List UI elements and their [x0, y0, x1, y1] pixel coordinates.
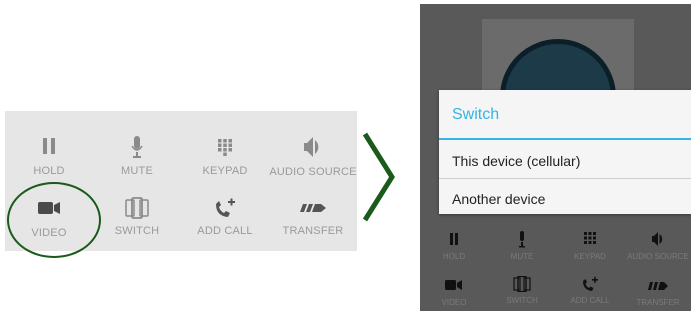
keypad-button-dim: KEYPAD [556, 232, 624, 261]
mute-button-dim: MUTE [488, 230, 556, 261]
transfer-button-dim: TRANSFER [624, 282, 691, 307]
mute-label: MUTE [121, 165, 153, 177]
dialpad-icon [584, 232, 596, 244]
switch-devices-icon [513, 276, 531, 292]
add-call-icon [216, 198, 235, 217]
phone-screen: HOLD MUTE KEYPAD AUDIO SOURCE VIDEO SWIT… [420, 4, 691, 311]
dialpad-icon [218, 139, 232, 156]
transfer-button[interactable]: TRANSFER [269, 203, 357, 237]
switch-label: SWITCH [114, 225, 160, 237]
add-call-icon [583, 276, 598, 291]
switch-label: SWITCH [506, 296, 538, 305]
switch-dialog: Switch This device (cellular) Another de… [439, 90, 691, 214]
keypad-label: KEYPAD [574, 252, 606, 261]
hold-label: HOLD [442, 252, 466, 261]
video-highlight-circle [7, 182, 101, 258]
option-divider [439, 178, 691, 179]
audio-source-button[interactable]: AUDIO SOURCE [269, 136, 357, 178]
speaker-icon [652, 232, 663, 246]
add-call-button-dim: ADD CALL [556, 276, 624, 305]
transfer-icon [300, 204, 326, 212]
hold-label: HOLD [33, 165, 65, 177]
video-label: VIDEO [441, 298, 467, 307]
dialog-title: Switch [452, 106, 500, 123]
option-another-device[interactable]: Another device [452, 191, 545, 207]
audio-source-label: AUDIO SOURCE [627, 252, 689, 261]
transfer-icon [648, 282, 668, 290]
transfer-label: TRANSFER [282, 225, 344, 237]
audio-source-button-dim: AUDIO SOURCE [624, 231, 691, 261]
add-call-label: ADD CALL [197, 225, 253, 237]
video-camera-icon [445, 280, 462, 290]
speaker-icon [304, 137, 319, 157]
transfer-label: TRANSFER [636, 298, 680, 307]
mute-label: MUTE [510, 252, 534, 261]
hold-button[interactable]: HOLD [5, 137, 93, 177]
keypad-label: KEYPAD [202, 165, 248, 177]
switch-devices-icon [125, 197, 149, 219]
chevron-right-icon [362, 132, 395, 222]
switch-button[interactable]: SWITCH [93, 197, 181, 237]
microphone-icon [131, 136, 143, 158]
audio-source-label: AUDIO SOURCE [269, 166, 357, 178]
option-this-device[interactable]: This device (cellular) [452, 153, 580, 169]
mute-button[interactable]: MUTE [93, 135, 181, 177]
switch-button-dim: SWITCH [488, 276, 556, 305]
hold-button-dim: HOLD [420, 232, 488, 261]
pause-icon [43, 138, 55, 154]
microphone-icon [519, 231, 525, 248]
video-button-dim: VIDEO [420, 280, 488, 307]
dialog-title-divider [439, 138, 691, 140]
add-call-button[interactable]: ADD CALL [181, 197, 269, 237]
pause-icon [450, 233, 458, 245]
add-call-label: ADD CALL [570, 296, 610, 305]
keypad-button[interactable]: KEYPAD [181, 138, 269, 177]
